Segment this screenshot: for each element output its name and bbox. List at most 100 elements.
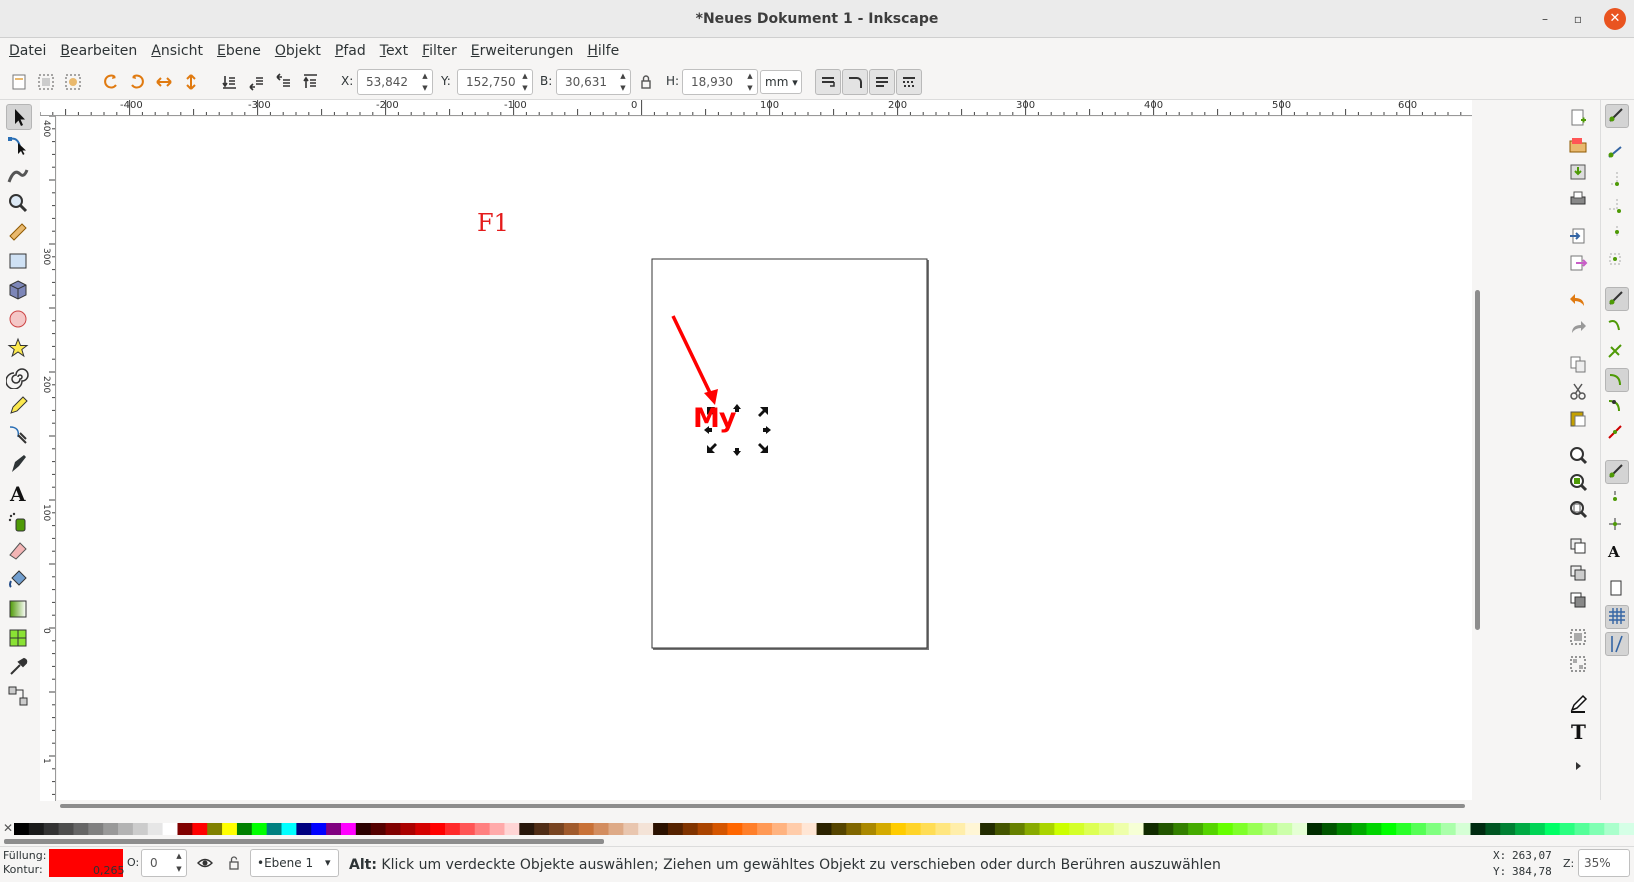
palette-swatch[interactable] bbox=[965, 823, 981, 835]
y-stepper[interactable]: ▲ ▼ bbox=[518, 70, 532, 94]
palette-swatch[interactable] bbox=[296, 823, 312, 835]
palette-swatch[interactable] bbox=[281, 823, 297, 835]
duplicate-icon[interactable] bbox=[1568, 536, 1588, 556]
palette-swatch[interactable] bbox=[1202, 823, 1219, 835]
opacity-input[interactable]: 0 ▲ ▼ bbox=[141, 849, 187, 877]
flip-horizontal-icon[interactable] bbox=[155, 73, 173, 91]
menu-bearbeiten[interactable]: Bearbeiten bbox=[53, 38, 144, 64]
palette-swatch[interactable] bbox=[162, 823, 178, 835]
palette-swatch[interactable] bbox=[251, 823, 268, 835]
gradient-tool[interactable] bbox=[6, 597, 32, 623]
palette-swatch[interactable] bbox=[727, 823, 743, 835]
dropper-tool[interactable] bbox=[6, 655, 32, 681]
palette-swatch[interactable] bbox=[1247, 823, 1263, 835]
paste-icon[interactable] bbox=[1568, 408, 1588, 428]
snap-others[interactable] bbox=[1605, 460, 1629, 484]
spiral-tool[interactable] bbox=[5, 365, 32, 391]
flip-vertical-icon[interactable] bbox=[182, 73, 200, 91]
save-icon[interactable] bbox=[1568, 162, 1588, 182]
raise-icon[interactable] bbox=[274, 73, 292, 91]
copy-icon[interactable] bbox=[1568, 354, 1588, 374]
3d-box-tool[interactable] bbox=[6, 278, 32, 304]
rotate-ccw-icon[interactable] bbox=[102, 73, 120, 91]
layer-lock-icon[interactable] bbox=[227, 855, 241, 871]
text-tool[interactable]: A bbox=[6, 481, 32, 507]
palette-swatch[interactable] bbox=[1425, 823, 1442, 835]
eye-icon[interactable] bbox=[197, 856, 213, 870]
palette-swatch[interactable] bbox=[593, 823, 609, 835]
palette-scrollbar[interactable] bbox=[4, 839, 604, 844]
close-icon[interactable]: ✕ bbox=[1604, 8, 1626, 30]
snap-cusp-nodes[interactable] bbox=[1605, 368, 1629, 392]
height-stepper[interactable]: ▲ ▼ bbox=[743, 70, 757, 94]
more-commands-icon[interactable] bbox=[1568, 756, 1588, 776]
palette-swatch[interactable] bbox=[1396, 823, 1412, 835]
menu-hilfe[interactable]: Hilfe bbox=[580, 38, 626, 64]
color-palette[interactable]: ✕ bbox=[0, 821, 1634, 836]
snap-object-centers[interactable] bbox=[1605, 487, 1629, 511]
palette-swatch[interactable] bbox=[1307, 823, 1323, 835]
snap-paths[interactable] bbox=[1605, 314, 1629, 338]
palette-swatch[interactable] bbox=[1069, 823, 1085, 835]
palette-swatch[interactable] bbox=[1143, 823, 1159, 835]
palette-swatch[interactable] bbox=[697, 823, 714, 835]
snap-page-border[interactable] bbox=[1605, 578, 1629, 602]
palette-swatch[interactable] bbox=[400, 823, 416, 835]
menu-filter[interactable]: Filter bbox=[415, 38, 464, 64]
palette-swatch[interactable] bbox=[1262, 823, 1278, 835]
lock-icon[interactable] bbox=[637, 73, 655, 91]
edit-fill-icon[interactable] bbox=[1568, 694, 1588, 714]
snap-smooth-nodes[interactable] bbox=[1605, 395, 1629, 419]
palette-swatch[interactable] bbox=[370, 823, 387, 835]
palette-swatch[interactable] bbox=[920, 823, 936, 835]
palette-swatch[interactable] bbox=[207, 823, 223, 835]
palette-swatch[interactable] bbox=[445, 823, 461, 835]
snap-nodes[interactable] bbox=[1605, 287, 1629, 311]
palette-swatch[interactable] bbox=[1098, 823, 1115, 835]
palette-swatch[interactable] bbox=[846, 823, 862, 835]
palette-swatch[interactable] bbox=[861, 823, 877, 835]
no-paint-swatch[interactable]: ✕ bbox=[3, 821, 13, 835]
palette-swatch[interactable] bbox=[682, 823, 699, 835]
scale-stroke-toggle[interactable] bbox=[815, 69, 841, 95]
palette-swatch[interactable] bbox=[88, 823, 104, 835]
eraser-tool[interactable] bbox=[6, 539, 32, 565]
horizontal-ruler[interactable]: -400 -300 -200 -100 0 100 200 300 400 50… bbox=[40, 100, 1472, 116]
palette-swatch[interactable] bbox=[1054, 823, 1070, 835]
palette-swatch[interactable] bbox=[118, 823, 134, 835]
palette-swatch[interactable] bbox=[355, 823, 372, 835]
palette-swatch[interactable] bbox=[1217, 823, 1234, 835]
clone-icon[interactable] bbox=[1568, 563, 1588, 583]
menu-ansicht[interactable]: Ansicht bbox=[144, 38, 210, 64]
palette-swatch[interactable] bbox=[1574, 823, 1590, 835]
palette-swatch[interactable] bbox=[801, 823, 818, 835]
palette-swatch[interactable] bbox=[73, 823, 89, 835]
palette-swatch[interactable] bbox=[1158, 823, 1174, 835]
palette-swatch[interactable] bbox=[1604, 823, 1620, 835]
palette-swatch[interactable] bbox=[757, 823, 773, 835]
lower-icon[interactable] bbox=[247, 73, 265, 91]
palette-swatch[interactable] bbox=[1619, 823, 1634, 835]
palette-swatch[interactable] bbox=[415, 823, 431, 835]
palette-swatch[interactable] bbox=[608, 823, 624, 835]
palette-swatch[interactable] bbox=[132, 823, 149, 835]
menu-pfad[interactable]: Pfad bbox=[328, 38, 373, 64]
rotate-cw-icon[interactable] bbox=[128, 73, 146, 91]
mesh-tool[interactable] bbox=[6, 626, 32, 652]
palette-swatch[interactable] bbox=[1559, 823, 1576, 835]
calligraphy-tool[interactable] bbox=[6, 452, 32, 478]
palette-swatch[interactable] bbox=[14, 823, 30, 835]
palette-swatch[interactable] bbox=[1321, 823, 1338, 835]
palette-swatch[interactable] bbox=[177, 823, 193, 835]
transform-patterns-toggle[interactable] bbox=[896, 69, 922, 95]
palette-swatch[interactable] bbox=[1084, 823, 1100, 835]
snap-bbox-midpoints[interactable] bbox=[1605, 222, 1629, 246]
snap-line-midpoints[interactable] bbox=[1605, 422, 1629, 446]
palette-swatch[interactable] bbox=[653, 823, 669, 835]
palette-swatch[interactable] bbox=[950, 823, 966, 835]
ellipse-tool[interactable] bbox=[6, 307, 32, 333]
palette-swatch[interactable] bbox=[638, 823, 654, 835]
palette-swatch[interactable] bbox=[578, 823, 595, 835]
palette-swatch[interactable] bbox=[1366, 823, 1382, 835]
selector-tool[interactable] bbox=[6, 104, 32, 130]
